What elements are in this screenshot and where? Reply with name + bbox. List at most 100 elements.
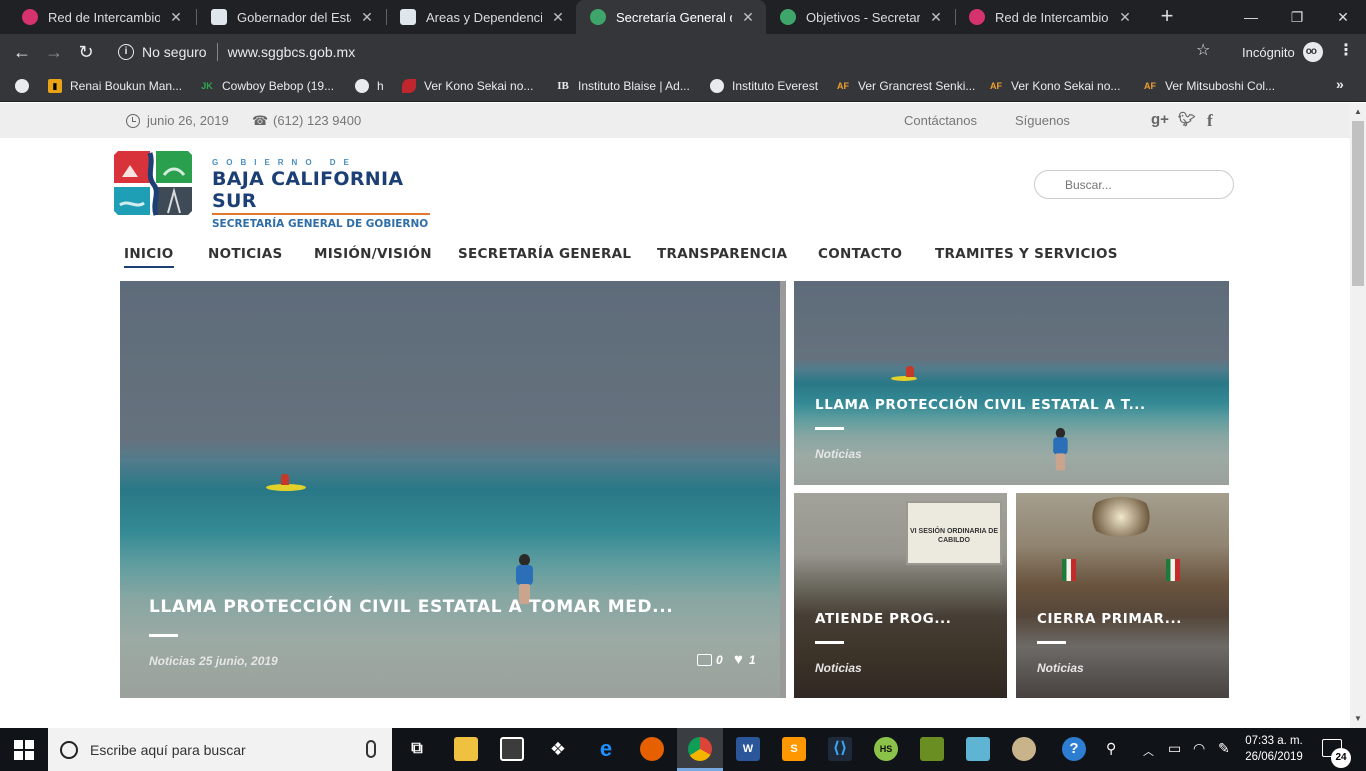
bookmark-item[interactable]: AF Ver Mitsuboshi Col... bbox=[1143, 77, 1275, 95]
follow-link[interactable]: Síguenos bbox=[1015, 113, 1070, 128]
scrollbar-thumb[interactable] bbox=[1352, 121, 1364, 286]
bookmark-apps[interactable] bbox=[15, 77, 29, 95]
bookmark-item[interactable]: Ver Kono Sekai no... bbox=[402, 77, 533, 95]
tab-favicon-icon bbox=[780, 9, 796, 25]
tab-red-intercambio-2[interactable]: Red de Intercambio de ✕ bbox=[955, 0, 1143, 34]
twitter-icon[interactable]: 🐦︎ bbox=[1178, 111, 1196, 128]
tab-close-icon[interactable]: ✕ bbox=[740, 9, 756, 26]
forward-button[interactable]: → bbox=[40, 38, 68, 66]
bookmark-item[interactable]: Instituto Everest bbox=[710, 77, 818, 95]
people-icon[interactable]: ⚲ bbox=[1106, 740, 1116, 757]
bookmark-item[interactable]: JK Cowboy Bebop (19... bbox=[200, 77, 334, 95]
bookmark-label: Cowboy Bebop (19... bbox=[222, 79, 335, 93]
bookmarks-overflow-icon[interactable]: » bbox=[1336, 76, 1344, 92]
side-left-news-title[interactable]: ATIENDE PROG... bbox=[815, 611, 952, 627]
firefox-icon[interactable] bbox=[640, 737, 664, 761]
bookmark-item[interactable]: AF Ver Grancrest Senki... bbox=[836, 77, 975, 95]
comment-counter[interactable]: 0 bbox=[697, 653, 723, 667]
government-logo[interactable] bbox=[110, 147, 196, 219]
page-scrollbar[interactable]: ▲ ▼ bbox=[1350, 103, 1366, 728]
bookmark-item[interactable]: ▮ Renai Boukun Man... bbox=[48, 77, 182, 95]
word-icon[interactable]: W bbox=[736, 737, 760, 761]
scroll-up-icon[interactable]: ▲ bbox=[1354, 107, 1362, 116]
tab-close-icon[interactable]: ✕ bbox=[550, 9, 566, 26]
nav-contacto[interactable]: CONTACTO bbox=[818, 246, 902, 262]
tray-chevron-icon[interactable]: ︿ bbox=[1143, 743, 1154, 759]
like-counter[interactable]: ♥ 1 bbox=[734, 651, 756, 668]
featured-news-title[interactable]: LLAMA PROTECCIÓN CIVIL ESTATAL A TOMAR M… bbox=[149, 597, 673, 617]
bookmark-label: Ver Grancrest Senki... bbox=[858, 79, 976, 93]
caption-rule bbox=[1037, 641, 1066, 644]
nav-secretaria-general[interactable]: SECRETARÍA GENERAL bbox=[458, 246, 631, 262]
close-window-button[interactable]: ✕ bbox=[1320, 0, 1366, 34]
side-news-tile-right[interactable]: CIERRA PRIMAR... Noticias bbox=[1016, 493, 1229, 698]
facebook-icon[interactable]: f bbox=[1207, 111, 1213, 131]
nav-mision-vision[interactable]: MISIÓN/VISIÓN bbox=[314, 246, 432, 262]
bookmark-af-icon: AF bbox=[1144, 81, 1156, 91]
tab-close-icon[interactable]: ✕ bbox=[928, 9, 944, 26]
tab-gobernador[interactable]: Gobernador del Estado ✕ bbox=[197, 0, 385, 34]
minimize-button[interactable]: ― bbox=[1228, 0, 1274, 34]
nav-inicio[interactable]: INICIO bbox=[124, 246, 174, 268]
nav-transparencia[interactable]: TRANSPARENCIA bbox=[657, 246, 787, 262]
vscode-icon[interactable]: ⟨⟩ bbox=[828, 737, 852, 761]
task-view-icon[interactable]: ⧉ bbox=[405, 737, 429, 761]
restore-button[interactable]: ❐ bbox=[1274, 0, 1320, 34]
hs-app-icon[interactable]: HS bbox=[874, 737, 898, 761]
clock-icon bbox=[126, 113, 140, 128]
side-right-news-title[interactable]: CIERRA PRIMAR... bbox=[1037, 611, 1182, 627]
side-news-tile-left[interactable]: VI SESIÓN ORDINARIA DE CABILDO ATIENDE P… bbox=[794, 493, 1007, 698]
edge-icon[interactable]: e bbox=[594, 737, 618, 761]
sublime-icon[interactable]: S bbox=[782, 737, 806, 761]
taskbar-search-box[interactable]: Escribe aquí para buscar bbox=[48, 728, 392, 771]
microphone-icon[interactable] bbox=[366, 740, 376, 758]
incognito-indicator[interactable]: Incógnito bbox=[1242, 34, 1323, 70]
security-label[interactable]: No seguro bbox=[142, 44, 207, 60]
google-plus-icon[interactable]: g+ bbox=[1151, 111, 1169, 128]
tab-objetivos[interactable]: Objetivos - Secretaría d ✕ bbox=[766, 0, 954, 34]
help-icon[interactable]: ? bbox=[1062, 737, 1086, 761]
contact-link[interactable]: Contáctanos bbox=[904, 113, 977, 128]
url-text[interactable]: www.sggbcs.gob.mx bbox=[228, 44, 356, 60]
tab-close-icon[interactable]: ✕ bbox=[1117, 9, 1133, 26]
scroll-down-icon[interactable]: ▼ bbox=[1354, 714, 1362, 723]
battery-icon[interactable]: ▭ bbox=[1168, 740, 1181, 757]
reload-button[interactable]: ↻ bbox=[72, 38, 100, 66]
dropbox-icon[interactable]: ❖ bbox=[546, 737, 570, 761]
terminal-icon[interactable] bbox=[920, 737, 944, 761]
nav-noticias[interactable]: NOTICIAS bbox=[208, 246, 283, 262]
tab-red-intercambio-1[interactable]: Red de Intercambio de ✕ bbox=[8, 0, 194, 34]
new-tab-button[interactable]: + bbox=[1154, 4, 1180, 30]
address-bar[interactable]: i No seguro www.sggbcs.gob.mx bbox=[108, 38, 1228, 66]
site-search-input[interactable] bbox=[1034, 170, 1234, 199]
wifi-icon[interactable]: ◠ bbox=[1193, 740, 1205, 757]
tab-close-icon[interactable]: ✕ bbox=[359, 9, 375, 26]
notes-icon[interactable] bbox=[966, 737, 990, 761]
tab-secretaria-general[interactable]: Secretaría General de G ✕ bbox=[576, 0, 766, 34]
bookmark-jk-icon: JK bbox=[201, 81, 213, 91]
bookmark-item[interactable]: h bbox=[355, 77, 384, 95]
tab-areas-dependencias[interactable]: Areas y Dependencias | ✕ bbox=[386, 0, 576, 34]
taskbar-search-placeholder: Escribe aquí para buscar bbox=[90, 741, 246, 758]
taskbar-clock[interactable]: 07:33 a. m. 26/06/2019 bbox=[1240, 733, 1308, 765]
back-button[interactable]: ← bbox=[8, 38, 36, 66]
nav-tramites-servicios[interactable]: TRAMITES Y SERVICIOS bbox=[935, 246, 1118, 262]
child-legs bbox=[1055, 453, 1066, 471]
browser-menu-icon[interactable]: ⋮ bbox=[1338, 40, 1354, 60]
tab-close-icon[interactable]: ✕ bbox=[168, 9, 184, 26]
paint-icon[interactable] bbox=[1012, 737, 1036, 761]
bookmark-item[interactable]: AF Ver Kono Sekai no... bbox=[989, 77, 1120, 95]
side-top-news-title[interactable]: LLAMA PROTECCIÓN CIVIL ESTATAL A T... bbox=[815, 397, 1146, 413]
windows-start-icon[interactable] bbox=[14, 740, 34, 760]
web-page: junio 26, 2019 ☎ (612) 123 9400 Contácta… bbox=[0, 103, 1350, 728]
store-icon[interactable] bbox=[500, 737, 524, 761]
bookmark-item[interactable]: IB Instituto Blaise | Ad... bbox=[556, 77, 690, 95]
chrome-icon[interactable] bbox=[688, 737, 712, 761]
pen-icon[interactable]: ✎ bbox=[1218, 740, 1230, 757]
featured-news-tile[interactable]: LLAMA PROTECCIÓN CIVIL ESTATAL A TOMAR M… bbox=[120, 281, 786, 698]
bookmark-star-icon[interactable]: ☆ bbox=[1196, 40, 1210, 60]
file-explorer-icon[interactable] bbox=[454, 737, 478, 761]
side-news-tile-top[interactable]: LLAMA PROTECCIÓN CIVIL ESTATAL A T... No… bbox=[794, 281, 1229, 485]
info-icon[interactable]: i bbox=[118, 44, 134, 60]
logo-wordmark[interactable]: GOBIERNO DE BAJA CALIFORNIA SUR SECRETAR… bbox=[212, 158, 434, 230]
